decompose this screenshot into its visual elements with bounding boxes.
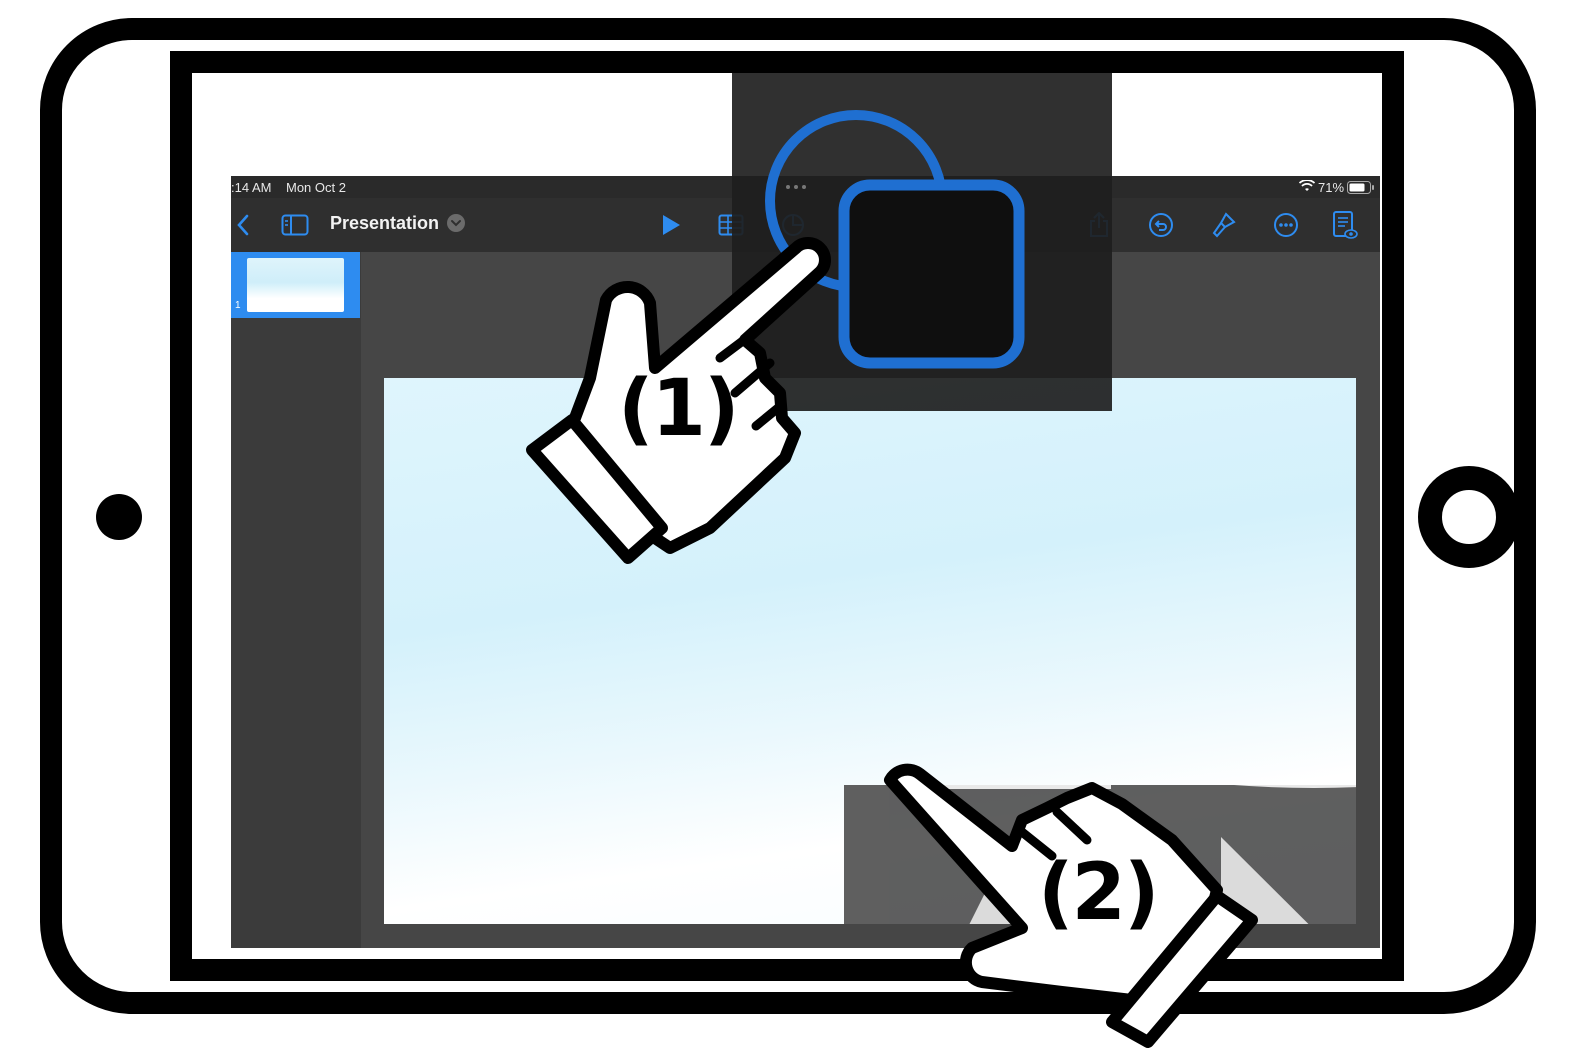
battery-icon [1347,181,1375,197]
home-button [1418,466,1520,568]
battery-percent: 71% [1318,180,1345,195]
sidebar-icon[interactable] [277,207,313,243]
chevron-left-icon[interactable] [231,207,261,243]
slide-navigator [231,252,361,948]
document-title[interactable]: Presentation [330,213,439,234]
step-2-label: (2) [1038,848,1160,938]
presenter-notes-icon[interactable] [1327,207,1363,243]
status-time: :14 AM [231,180,272,195]
step-1-label: (1) [618,364,740,454]
camera-dot [96,494,142,540]
status-date: Mon Oct 2 [286,180,346,195]
slide-number: 1 [235,300,241,311]
slide-thumbnail[interactable] [247,258,344,312]
wifi-icon [1298,179,1316,195]
more-icon[interactable] [1268,207,1304,243]
format-brush-icon[interactable] [1206,207,1242,243]
chevron-down-icon[interactable] [447,214,465,232]
undo-icon[interactable] [1143,207,1179,243]
